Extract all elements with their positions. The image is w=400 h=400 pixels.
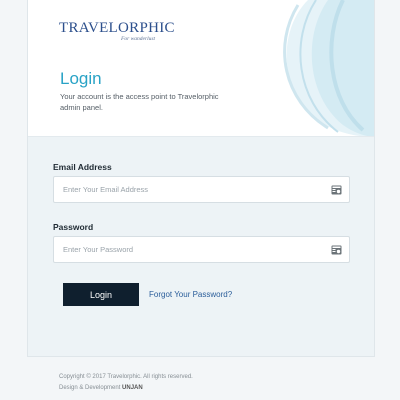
travelorphic-logo: TRAVELORPHIC For wanderlust [59,20,175,46]
login-subtitle: Your account is the access point to Trav… [60,92,219,112]
credit-brand: UNJAN [122,385,143,391]
copyright-text: Copyright © 2017 Travelorphic. All right… [59,374,193,380]
password-field [53,236,350,263]
login-button[interactable]: Login [63,283,139,306]
footer: Copyright © 2017 Travelorphic. All right… [59,372,193,394]
forgot-password-link[interactable]: Forgot Your Password? [149,290,232,299]
login-card: TRAVELORPHIC For wanderlust Login Your a… [27,0,375,357]
email-field [53,176,350,203]
email-input[interactable] [63,177,313,202]
contact-card-icon [331,185,342,195]
logo-text: TRAVELORPHIC [59,20,175,36]
brush-swirl-decoration [283,0,374,136]
credit-prefix: Design & Development [59,385,121,391]
logo-tagline: For wanderlust [121,36,156,42]
login-title: Login [60,69,102,88]
credit-line: Design & Development UNJAN [59,383,193,394]
card-header: TRAVELORPHIC For wanderlust Login Your a… [28,0,374,137]
password-label: Password [53,222,94,232]
password-input[interactable] [63,237,313,262]
email-label: Email Address [53,162,112,172]
contact-card-icon [331,245,342,255]
